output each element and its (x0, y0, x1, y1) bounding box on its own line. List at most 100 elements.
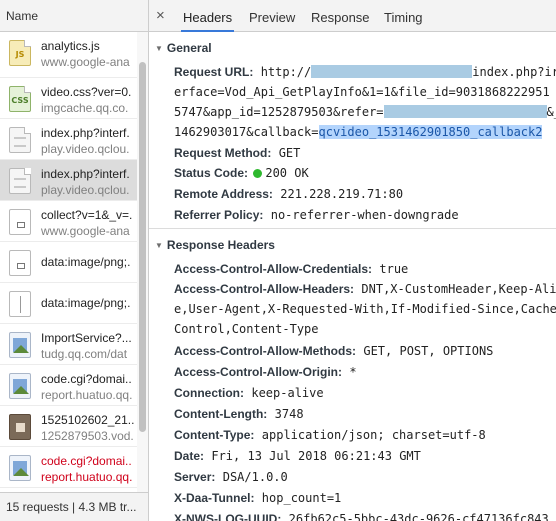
request-url-line-3: 5747&app_id=1252879503&refer= &_=15 (174, 105, 556, 119)
remote-address-row: Remote Address: 221.228.219.71:80 (174, 187, 403, 201)
request-row[interactable]: code.cgi?domai.. report.huatuo.qq. (0, 447, 137, 488)
x-daa-tunnel-row: X-Daa-Tunnel: hop_count=1 (174, 491, 341, 505)
referrer-policy-row: Referrer Policy: no-referrer-when-downgr… (174, 208, 459, 222)
acam-value: GET, POST, OPTIONS (363, 344, 494, 358)
tab-headers[interactable]: Headers (181, 0, 235, 32)
general-section-title: General (166, 41, 212, 55)
redacted-referer (383, 105, 547, 118)
request-url-line-4a: 1462903017&callback= (174, 125, 319, 139)
request-url-line-2: erface=Vod_Api_GetPlayInfo&1=1&file_id=9… (174, 85, 550, 99)
network-summary: 15 requests | 4.3 MB tr... (0, 492, 148, 521)
request-url-line-4: 1462903017&callback=qcvideo_153146290185… (174, 125, 543, 139)
scrollbar-thumb[interactable] (139, 62, 146, 432)
request-domain: www.google-ana (41, 224, 130, 238)
css-file-icon: CSS (9, 86, 31, 112)
request-name: ImportService?... (41, 331, 132, 345)
acao-label: Access-Control-Allow-Origin: (174, 365, 343, 379)
status-code-value: 200 OK (265, 166, 309, 180)
request-row[interactable]: CSS video.css?ver=0. imgcache.qq.co. (0, 78, 137, 119)
acac-row: Access-Control-Allow-Credentials: true (174, 262, 408, 276)
server-row: Server: DSA/1.0.0 (174, 470, 288, 484)
status-ok-icon (253, 169, 263, 178)
acam-row: Access-Control-Allow-Methods: GET, POST,… (174, 344, 493, 358)
request-domain: report.huatuo.qq. (41, 470, 133, 484)
x-daa-tunnel-value: hop_count=1 (261, 491, 342, 505)
request-row[interactable]: JS analytics.js www.google-ana (0, 32, 137, 78)
content-length-label: Content-Length: (174, 407, 268, 421)
request-domain: report.huatuo.qq. (41, 388, 133, 402)
server-label: Server: (174, 470, 216, 484)
request-name: code.cgi?domai.. (41, 372, 132, 386)
request-url-value-a: http:// (260, 65, 312, 79)
request-domain: 1252879503.vod. (41, 429, 134, 443)
request-name: analytics.js (41, 39, 100, 53)
close-icon[interactable]: × (156, 0, 170, 32)
section-divider (149, 228, 556, 229)
request-name: video.css?ver=0. (41, 85, 132, 99)
content-type-row: Content-Type: application/json; charset=… (174, 428, 486, 442)
status-code-label: Status Code: (174, 166, 249, 180)
request-row[interactable]: data:image/png;. (0, 242, 137, 283)
thumbnail-icon (9, 414, 31, 440)
acac-label: Access-Control-Allow-Credentials: (174, 262, 373, 276)
request-url-row: Request URL: http:// index.php?ir (174, 65, 556, 79)
general-section-toggle[interactable]: ▼ General (155, 41, 212, 55)
highlighted-callback[interactable]: qcvideo_1531462901850_callback2 (318, 125, 543, 139)
image-data-icon (9, 250, 31, 276)
response-headers-section-toggle[interactable]: ▼ Response Headers (155, 238, 275, 252)
date-label: Date: (174, 449, 205, 463)
request-list-pane: Name JS analytics.js www.google-ana CSS vide… (0, 0, 149, 521)
expand-triangle-icon: ▼ (155, 44, 163, 53)
request-method-value: GET (278, 146, 301, 160)
document-icon (9, 127, 31, 153)
x-nws-log-uuid-value: 26fb62c5-5bbc-43dc-9626-cf47136fc843 (288, 512, 549, 521)
request-row[interactable]: index.php?interf. play.video.qclou. (0, 119, 137, 160)
request-row[interactable]: code.cgi?domai.. report.huatuo.qq. (0, 365, 137, 406)
request-row[interactable]: ImportService?... tudg.qq.com/dat (0, 324, 137, 365)
request-domain: imgcache.qq.co. (41, 101, 129, 115)
acah-value-1: DNT,X-CustomHeader,Keep-Ali (361, 282, 556, 296)
request-method-label: Request Method: (174, 146, 272, 160)
content-length-value: 3748 (274, 407, 304, 421)
image-file-icon (9, 332, 31, 358)
image-data-icon (9, 291, 31, 317)
blank-file-icon (9, 209, 31, 235)
request-list-scrollbar[interactable] (137, 32, 148, 492)
tab-response[interactable]: Response (309, 0, 372, 32)
acah-value-3: Control,Content-Type (174, 322, 319, 336)
request-name: code.cgi?domai.. (41, 454, 132, 468)
content-type-label: Content-Type: (174, 428, 255, 442)
request-url-line-3a: 5747&app_id=1252879503&refer= (174, 105, 384, 119)
request-row[interactable]: data:image/png;. (0, 283, 137, 324)
connection-label: Connection: (174, 386, 244, 400)
connection-row: Connection: keep-alive (174, 386, 324, 400)
request-url-line-3b: &_=15 (546, 105, 556, 119)
request-row[interactable]: collect?v=1&_v=. www.google-ana (0, 201, 137, 242)
remote-address-label: Remote Address: (174, 187, 273, 201)
acam-label: Access-Control-Allow-Methods: (174, 344, 357, 358)
request-name: data:image/png;. (41, 296, 131, 310)
request-domain: www.google-ana (41, 55, 130, 69)
request-domain: play.video.qclou. (41, 142, 130, 156)
name-column-header[interactable]: Name (0, 0, 148, 32)
content-length-row: Content-Length: 3748 (174, 407, 304, 421)
request-name: collect?v=1&_v=. (41, 208, 133, 222)
request-url-label: Request URL: (174, 65, 254, 79)
redacted-host (311, 65, 473, 78)
request-name: 1525102602_21.. (41, 413, 135, 427)
tab-preview[interactable]: Preview (247, 0, 297, 32)
expand-triangle-icon: ▼ (155, 241, 163, 250)
referrer-policy-value: no-referrer-when-downgrade (270, 208, 459, 222)
request-row[interactable]: index.php?interf. play.video.qclou. (0, 160, 137, 201)
request-list: JS analytics.js www.google-ana CSS video.css… (0, 32, 137, 492)
referrer-policy-label: Referrer Policy: (174, 208, 264, 222)
acah-label: Access-Control-Allow-Headers: (174, 282, 355, 296)
image-file-icon (9, 455, 31, 481)
x-daa-tunnel-label: X-Daa-Tunnel: (174, 491, 255, 505)
remote-address-value: 221.228.219.71:80 (280, 187, 404, 201)
date-value: Fri, 13 Jul 2018 06:21:43 GMT (211, 449, 421, 463)
request-row[interactable]: 1525102602_21.. 1252879503.vod. (0, 406, 137, 447)
response-headers-title: Response Headers (166, 238, 275, 252)
detail-tab-bar: × Headers Preview Response Timing (149, 0, 556, 32)
tab-timing[interactable]: Timing (382, 0, 425, 32)
